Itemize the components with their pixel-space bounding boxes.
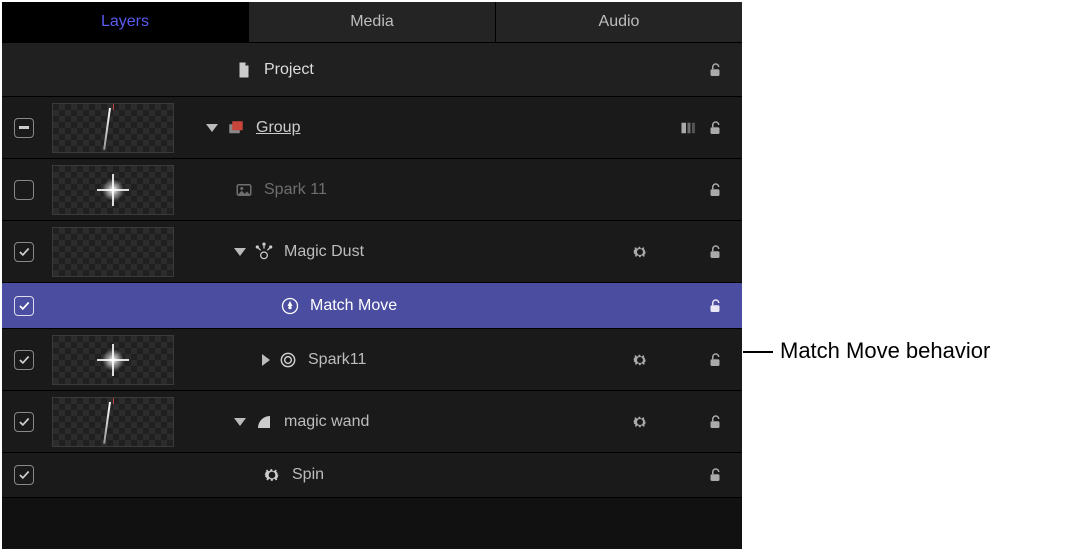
list-tabs: Layers Media Audio <box>2 2 742 42</box>
spark11-content: Spark 11 <box>186 180 610 200</box>
match-move-label[interactable]: Match Move <box>310 297 397 315</box>
row-spin[interactable]: Spin <box>2 452 742 498</box>
row-group[interactable]: Group <box>2 96 742 158</box>
layers-panel: Layers Media Audio Project <box>2 2 742 549</box>
visibility-checkbox-on[interactable] <box>14 296 34 316</box>
magic-wand-content: magic wand <box>186 412 610 432</box>
tab-layers[interactable]: Layers <box>2 2 249 42</box>
lock-icon[interactable] <box>706 119 724 137</box>
spark11b-label[interactable]: Spark11 <box>308 351 366 369</box>
right-cell <box>670 61 742 79</box>
match-move-content: Match Move <box>186 296 610 316</box>
row-match-move[interactable]: Match Move <box>2 282 742 328</box>
group-label[interactable]: Group <box>256 119 300 137</box>
disclosure-triangle[interactable] <box>206 124 218 132</box>
project-content: Project <box>186 60 610 80</box>
callout-line <box>743 351 773 353</box>
right-cell <box>670 297 742 315</box>
row-magic-wand[interactable]: magic wand <box>2 390 742 452</box>
thumbnail-spark11[interactable] <box>52 165 174 215</box>
project-label: Project <box>264 61 314 79</box>
lock-icon[interactable] <box>706 351 724 369</box>
behavior-gear-icon <box>280 296 300 316</box>
emitter-icon <box>254 242 274 262</box>
document-icon <box>234 60 254 80</box>
row-spark11[interactable]: Spark11 <box>2 328 742 390</box>
visibility-checkbox-on[interactable] <box>14 465 34 485</box>
visibility-checkbox-on[interactable] <box>14 412 34 432</box>
shape-icon <box>254 412 274 432</box>
behavior-indicator[interactable] <box>610 351 670 369</box>
lock-icon[interactable] <box>706 181 724 199</box>
visibility-checkbox-off[interactable] <box>14 180 34 200</box>
tab-media[interactable]: Media <box>249 2 496 42</box>
image-icon <box>234 180 254 200</box>
disclosure-triangle[interactable] <box>262 354 270 366</box>
visibility-checkbox-mixed[interactable] <box>14 118 34 138</box>
right-cell <box>670 413 742 431</box>
behavior-gear-icon <box>262 465 282 485</box>
disclosure-triangle[interactable] <box>234 248 246 256</box>
lock-icon[interactable] <box>706 466 724 484</box>
spin-label[interactable]: Spin <box>292 466 324 484</box>
row-spark11-disabled[interactable]: Spark 11 <box>2 158 742 220</box>
thumbnail-spark11b[interactable] <box>52 335 174 385</box>
thumbnail-magic-wand[interactable] <box>52 397 174 447</box>
spark11-label[interactable]: Spark 11 <box>264 181 327 199</box>
thumbnail-magic-dust[interactable] <box>52 227 174 277</box>
group-content: Group <box>186 118 610 138</box>
lock-icon[interactable] <box>706 413 724 431</box>
magic-dust-content: Magic Dust <box>186 242 610 262</box>
visibility-checkbox-on[interactable] <box>14 350 34 370</box>
right-cell <box>670 181 742 199</box>
behavior-indicator[interactable] <box>610 243 670 261</box>
group-icon <box>226 118 246 138</box>
callout-label: Match Move behavior <box>780 338 990 364</box>
visibility-checkbox-on[interactable] <box>14 242 34 262</box>
row-magic-dust[interactable]: Magic Dust <box>2 220 742 282</box>
behavior-indicator[interactable] <box>610 413 670 431</box>
lock-icon[interactable] <box>706 243 724 261</box>
lock-icon[interactable] <box>706 61 724 79</box>
right-cell <box>670 466 742 484</box>
spark11b-content: Spark11 <box>186 350 610 370</box>
magic-dust-label[interactable]: Magic Dust <box>284 243 364 261</box>
right-cell <box>670 243 742 261</box>
thumbnail-group[interactable] <box>52 103 174 153</box>
spin-content: Spin <box>186 465 610 485</box>
disclosure-triangle[interactable] <box>234 418 246 426</box>
stack-icon[interactable] <box>680 119 698 137</box>
lock-icon[interactable] <box>706 297 724 315</box>
magic-wand-label[interactable]: magic wand <box>284 413 369 431</box>
tab-audio[interactable]: Audio <box>496 2 742 42</box>
right-cell <box>670 119 742 137</box>
row-project[interactable]: Project <box>2 42 742 96</box>
particle-cell-icon <box>278 350 298 370</box>
right-cell <box>670 351 742 369</box>
